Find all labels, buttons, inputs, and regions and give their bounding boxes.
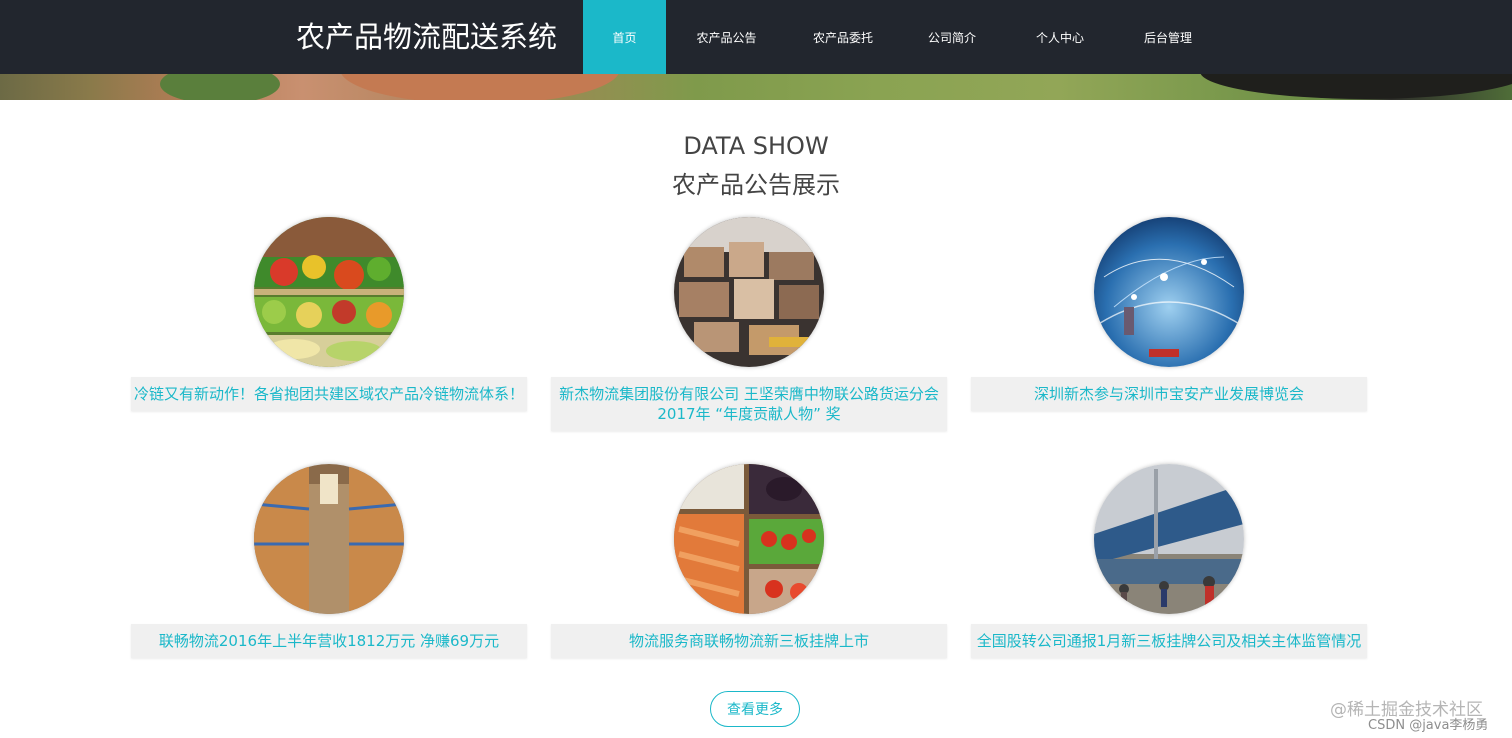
logistics-yard-image[interactable] xyxy=(1094,464,1244,614)
nav-item-company-profile[interactable]: 公司简介 xyxy=(899,0,1005,74)
announcement-title[interactable]: 新杰物流集团股份有限公司 王坚荣膺中物联公路货运分会2017年 “年度贡献人物”… xyxy=(551,377,947,431)
announcement-title[interactable]: 物流服务商联畅物流新三板挂牌上市 xyxy=(551,624,947,658)
section-title-en: DATA SHOW xyxy=(683,132,829,160)
global-network-image[interactable] xyxy=(1094,217,1244,367)
nav-item-commission[interactable]: 农产品委托 xyxy=(787,0,899,74)
announcement-title[interactable]: 深圳新杰参与深圳市宝安产业发展博览会 xyxy=(971,377,1367,411)
hero-banner-strip xyxy=(0,74,1512,100)
site-title[interactable]: 农产品物流配送系统 xyxy=(296,14,557,56)
announcement-title[interactable]: 全国股转公司通报1月新三板挂牌公司及相关主体监管情况 xyxy=(971,624,1367,658)
warehouse-boxes-image[interactable] xyxy=(674,217,824,367)
nav-item-home[interactable]: 首页 xyxy=(583,0,666,74)
warehouse-racks-image[interactable] xyxy=(254,464,404,614)
nav-item-personal-center[interactable]: 个人中心 xyxy=(1005,0,1115,74)
announcement-title[interactable]: 联畅物流2016年上半年营收1812万元 净赚69万元 xyxy=(131,624,527,658)
banner-basket-shape xyxy=(340,74,620,100)
watermark-csdn: CSDN @java李杨勇 xyxy=(1368,718,1489,733)
section-title-cn: 农产品公告展示 xyxy=(672,171,840,199)
nav-item-announcements[interactable]: 农产品公告 xyxy=(666,0,787,74)
produce-crates-image[interactable] xyxy=(674,464,824,614)
view-more-button[interactable]: 查看更多 xyxy=(710,691,800,727)
vegetable-shelf-image[interactable] xyxy=(254,217,404,367)
banner-leaf-shape xyxy=(160,74,280,100)
banner-dark-shape xyxy=(1200,74,1512,99)
nav-item-admin[interactable]: 后台管理 xyxy=(1115,0,1221,74)
announcement-title[interactable]: 冷链又有新动作！各省抱团共建区域农产品冷链物流体系！ xyxy=(131,377,527,411)
main-nav: 首页 农产品公告 农产品委托 公司简介 个人中心 后台管理 xyxy=(583,0,1221,74)
top-navigation-bar: 农产品物流配送系统 首页 农产品公告 农产品委托 公司简介 个人中心 后台管理 xyxy=(0,0,1512,74)
